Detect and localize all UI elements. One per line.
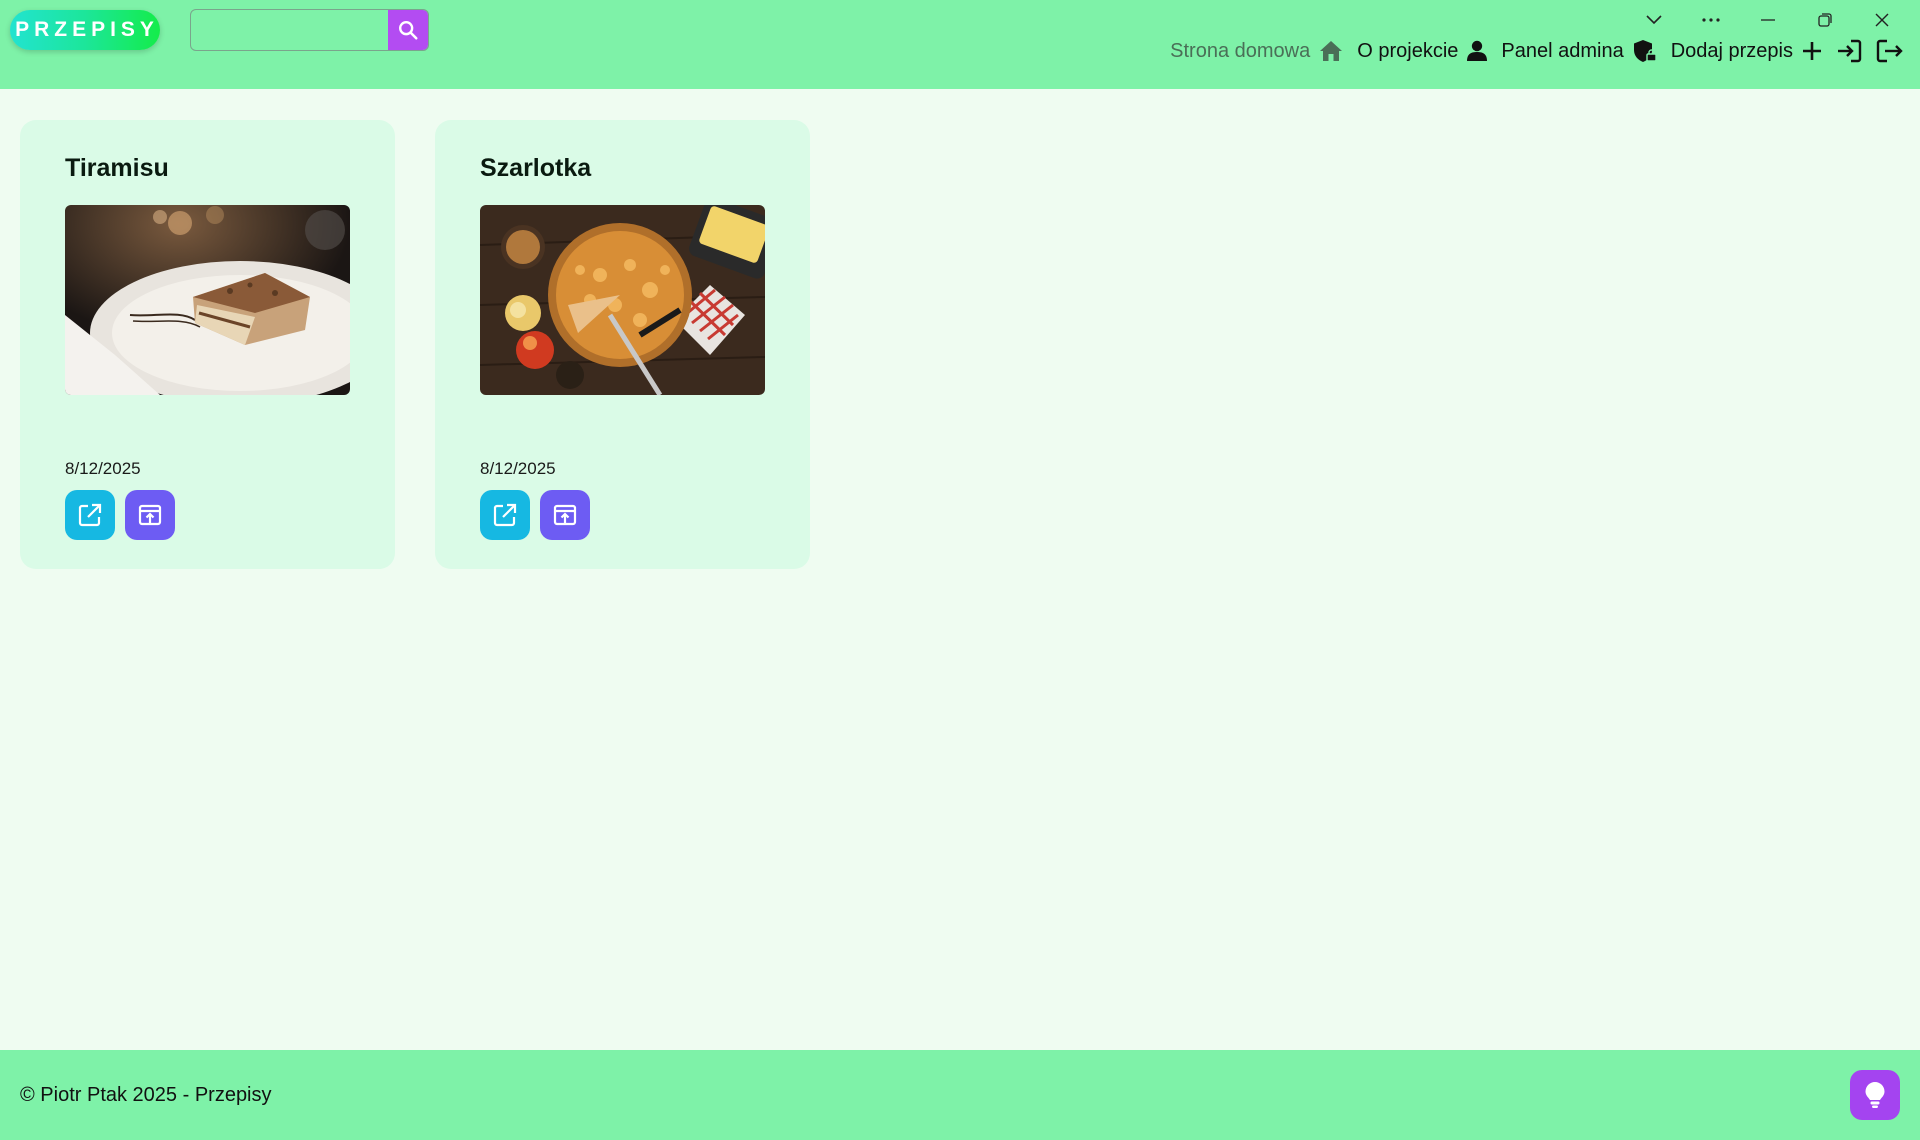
recipe-actions [480,490,600,540]
external-link-icon [493,503,517,527]
recipe-title: Tiramisu [65,154,169,182]
search-icon [399,21,418,40]
edit-recipe-button[interactable] [65,490,115,540]
upload-box-icon [138,504,162,526]
recipe-date: 8/12/2025 [65,459,141,478]
plus-icon [1803,42,1821,60]
nav-admin-label: Panel admina [1501,39,1624,62]
apple-pie-photo [480,205,765,395]
shield-lock-icon [1633,40,1657,62]
minimize-button[interactable] [1739,6,1796,34]
logout-button[interactable] [1876,39,1904,63]
restore-button[interactable] [1796,6,1853,34]
window-controls [1625,6,1910,34]
nav-admin[interactable]: Panel admina [1501,39,1657,63]
search-button[interactable] [388,10,428,50]
user-icon [1467,40,1488,61]
chevron-down-icon [1645,15,1662,25]
nav-home-label: Strona domowa [1170,39,1311,62]
brand-logo[interactable]: PRZEPISY [10,10,160,50]
nav-about[interactable]: O projekcie [1357,39,1488,63]
publish-recipe-button[interactable] [540,490,590,540]
close-window-button[interactable] [1853,6,1910,34]
copyright-text: © Piotr Ptak 2025 - Przepisy [20,1084,272,1106]
recipe-image [480,205,765,395]
recipe-card: Tiramisu 8/12/2025 [20,120,395,569]
recipe-actions [65,490,185,540]
tab-dropdown-button[interactable] [1625,6,1682,34]
search-input[interactable] [191,10,389,50]
recipe-date: 8/12/2025 [480,459,556,478]
login-button[interactable] [1836,39,1862,63]
lightbulb-icon [1865,1082,1885,1108]
tiramisu-photo [65,205,350,395]
nav-about-label: O projekcie [1357,39,1459,62]
close-icon [1875,13,1888,27]
more-icon [1701,18,1720,22]
external-link-icon [78,503,102,527]
nav-home[interactable]: Strona domowa [1170,40,1343,63]
minimize-icon [1760,19,1775,21]
edit-recipe-button[interactable] [480,490,530,540]
restore-icon [1817,13,1832,27]
upload-box-icon [553,504,577,526]
search-form [190,9,429,51]
main-nav: Strona domowa O projekcie Panel admina D… [1156,36,1904,66]
idea-button[interactable] [1850,1070,1900,1120]
recipe-card: Szarlotka 8/12/2025 [435,120,810,569]
footer: © Piotr Ptak 2025 - Przepisy [0,1050,1920,1140]
login-icon [1838,39,1862,63]
nav-add-recipe-label: Dodaj przepis [1670,39,1793,62]
recipe-image [65,205,350,395]
more-options-button[interactable] [1682,6,1739,34]
recipe-title: Szarlotka [480,154,592,182]
home-icon [1320,41,1343,61]
top-navbar: PRZEPISY Strona domowa O projekcie Panel… [0,0,1920,89]
nav-add-recipe[interactable]: Dodaj przepis [1671,40,1822,63]
publish-recipe-button[interactable] [125,490,175,540]
logout-icon [1876,39,1903,63]
